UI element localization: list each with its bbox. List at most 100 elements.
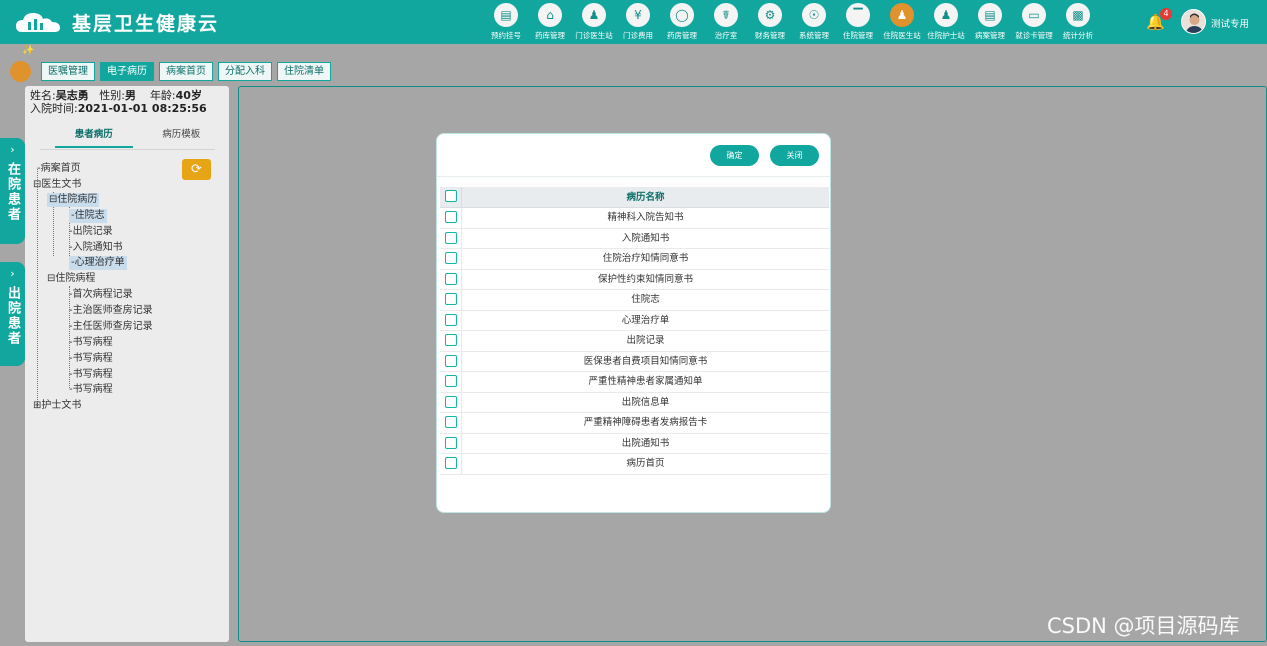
tree-node-nurse-docs[interactable]: ⊞护士文书: [33, 399, 81, 413]
tree-node-inpatient-records[interactable]: ⊟住院病历: [47, 193, 100, 207]
subtab[interactable]: 住院清单: [277, 62, 331, 81]
tree-node-leaf[interactable]: -主任医师查房记录: [69, 320, 153, 334]
doctor-icon: ♟: [582, 3, 606, 27]
nav-item[interactable]: ▩ 统计分析: [1056, 3, 1100, 41]
table-row[interactable]: 出院通知书: [440, 433, 829, 454]
table-row[interactable]: 病历首页: [440, 454, 829, 475]
username[interactable]: 测试专用: [1211, 16, 1249, 30]
nav-label: 住院护士站: [927, 31, 965, 40]
checkbox-cell: [440, 372, 462, 392]
refresh-button[interactable]: ⟳: [182, 159, 211, 180]
record-name: 病历首页: [626, 458, 665, 469]
chevron-right-icon: ›: [10, 143, 15, 156]
row-checkbox[interactable]: [445, 334, 457, 346]
checkbox-cell: [440, 228, 462, 248]
tree-node-doctor-docs[interactable]: ⊟医生文书: [33, 178, 81, 192]
row-checkbox[interactable]: [445, 272, 457, 285]
table-row[interactable]: 严重性精神患者家属通知单: [440, 372, 829, 393]
table-row[interactable]: 住院治疗知情同意书: [440, 249, 829, 270]
table-row[interactable]: 精神科入院告知书: [440, 208, 829, 229]
nav-item[interactable]: ☉ 系统管理: [792, 3, 836, 41]
table-row[interactable]: 心理治疗单: [440, 310, 829, 331]
gear-icon: ⚙: [758, 3, 782, 27]
discharged-flyout-button[interactable]: › 出院患者: [0, 262, 25, 366]
subtab[interactable]: 电子病历: [100, 62, 154, 81]
table-row[interactable]: 住院志: [440, 290, 829, 311]
checkbox-cell: [440, 351, 462, 371]
row-checkbox[interactable]: [445, 375, 457, 387]
close-button[interactable]: 关闭: [770, 145, 819, 166]
row-checkbox[interactable]: [445, 395, 457, 408]
confirm-button[interactable]: 确定: [710, 145, 759, 166]
inpatient-flyout-button[interactable]: › 在院患者: [0, 138, 25, 244]
row-checkbox[interactable]: [445, 436, 457, 449]
nav-label: 就诊卡管理: [1015, 31, 1053, 40]
tree-node-leaf[interactable]: -书写病程: [69, 368, 113, 382]
checkbox-cell: [440, 269, 462, 289]
record-name: 住院志: [631, 294, 660, 305]
checkbox-cell: [440, 208, 462, 228]
table-row[interactable]: 严重精神障碍患者发病报告卡: [440, 413, 829, 434]
nav-item[interactable]: ☤ 治疗室: [704, 3, 748, 41]
nav-item[interactable]: ◯ 药房管理: [660, 3, 704, 41]
nav-item[interactable]: ♟ 门诊医生站: [572, 3, 616, 41]
subtab[interactable]: 分配入科: [218, 62, 272, 81]
checkbox-cell: [440, 392, 462, 412]
record-select-dialog: 确定 关闭 病历名称 精神科入院告知书 入院通知书 住院治疗知情同意书 保护性约束知情…: [436, 133, 831, 513]
row-checkbox[interactable]: [445, 313, 457, 326]
row-checkbox[interactable]: [445, 231, 457, 244]
record-name: 入院通知书: [621, 232, 670, 244]
nav-item[interactable]: ▔ 住院管理: [836, 3, 880, 41]
record-name: 出院通知书: [621, 437, 670, 449]
sub-tabs: 医嘱管理 电子病历 病案首页 分配入科 住院清单: [41, 62, 336, 81]
tree-node-course[interactable]: ⊟住院病程: [47, 272, 95, 286]
bed-icon: ▔: [846, 3, 870, 27]
pin-icon[interactable]: ✨: [22, 45, 34, 56]
tree-node-leaf[interactable]: -书写病程: [69, 352, 113, 366]
table-row[interactable]: 保护性约束知情同意书: [440, 269, 829, 290]
nav-item[interactable]: ▭ 就诊卡管理: [1012, 3, 1056, 41]
treatment-icon: ☤: [714, 3, 738, 27]
tree-node-leaf[interactable]: -书写病程: [69, 383, 113, 397]
tree-node-leaf[interactable]: -住院志: [69, 209, 107, 223]
nav-item[interactable]: ¥ 门诊费用: [616, 3, 660, 41]
row-checkbox[interactable]: [445, 293, 457, 305]
yuan-icon: ¥: [626, 3, 650, 27]
app-title: 基层卫生健康云: [72, 13, 220, 35]
subtab[interactable]: 医嘱管理: [41, 62, 95, 81]
row-checkbox[interactable]: [445, 354, 457, 367]
select-all-checkbox[interactable]: [445, 190, 457, 202]
nav-item[interactable]: ⌂ 药库管理: [528, 3, 572, 41]
nav-item[interactable]: ♟ 住院医生站: [880, 3, 924, 41]
checkbox-cell: [440, 290, 462, 310]
record-name: 医保患者自费项目知情同意书: [583, 355, 708, 367]
tree-node-leaf[interactable]: -首次病程记录: [69, 288, 133, 302]
card-icon: ▭: [1022, 3, 1046, 27]
avatar[interactable]: [1181, 9, 1206, 34]
nav-item[interactable]: ▤ 预约挂号: [484, 3, 528, 41]
inpatient-label: 在院患者: [5, 162, 20, 222]
tree-node-leaf[interactable]: -心理治疗单: [69, 256, 127, 270]
tab-patient-records[interactable]: 患者病历: [54, 126, 133, 148]
table-row[interactable]: 出院记录: [440, 331, 829, 352]
nav-item[interactable]: ⚙ 财务管理: [748, 3, 792, 41]
row-checkbox[interactable]: [445, 457, 457, 469]
tree-node-leaf[interactable]: -出院记录: [69, 225, 113, 239]
tree-node-leaf[interactable]: -入院通知书: [69, 241, 123, 255]
admission-info: 入院时间:2021-01-01 08:25:56: [30, 100, 207, 116]
tree-node-leaf[interactable]: -书写病程: [69, 336, 113, 350]
subtab[interactable]: 病案首页: [159, 62, 213, 81]
tree-node-leaf[interactable]: -主治医师查房记录: [69, 304, 153, 318]
table-row[interactable]: 医保患者自费项目知情同意书: [440, 351, 829, 372]
nav-item[interactable]: ▤ 病案管理: [968, 3, 1012, 41]
table-row[interactable]: 出院信息单: [440, 392, 829, 413]
tab-record-templates[interactable]: 病历模板: [162, 126, 200, 148]
row-checkbox[interactable]: [445, 252, 457, 264]
row-checkbox[interactable]: [445, 416, 457, 428]
tree-guide-line: [37, 169, 38, 408]
table-row[interactable]: 入院通知书: [440, 228, 829, 249]
nav-item[interactable]: ♟ 住院护士站: [924, 3, 968, 41]
tree-node-home[interactable]: -病案首页: [37, 162, 81, 176]
row-checkbox[interactable]: [445, 211, 457, 223]
record-name: 精神科入院告知书: [607, 212, 684, 223]
